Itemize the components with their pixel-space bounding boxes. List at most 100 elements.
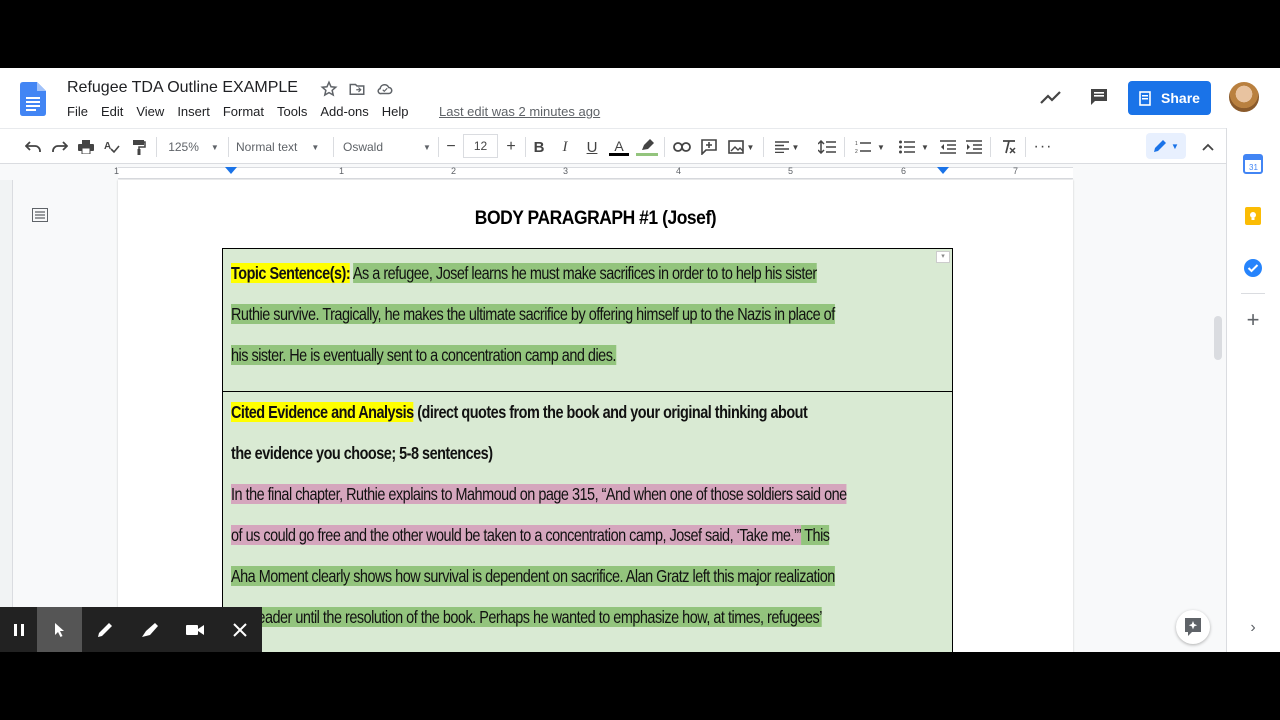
move-folder-icon[interactable]	[348, 80, 366, 98]
evidence-instructions: (direct quotes from the book and your or…	[413, 402, 808, 422]
avatar[interactable]	[1229, 82, 1259, 112]
text-color-icon[interactable]: A	[609, 137, 629, 157]
clear-formatting-icon[interactable]	[1000, 137, 1018, 157]
increase-indent-icon[interactable]	[965, 137, 983, 157]
share-label: Share	[1161, 90, 1200, 106]
keep-icon[interactable]	[1243, 206, 1263, 226]
formatting-toolbar: A 125% ▼ Normal text ▼ Oswald ▼ − 12 + B I …	[0, 128, 1226, 164]
topic-sentence-text: his sister. He is eventually sent to a c…	[231, 345, 616, 365]
hide-menus-icon[interactable]	[1199, 137, 1217, 157]
menu-tools[interactable]: Tools	[277, 104, 307, 119]
ruler-number: 1	[114, 166, 120, 176]
zoom-select[interactable]: 125% ▼	[166, 137, 221, 157]
editing-mode-button[interactable]: ▼	[1146, 133, 1186, 159]
decrease-indent-icon[interactable]	[939, 137, 957, 157]
underline-icon[interactable]: U	[584, 137, 600, 157]
bulleted-list-icon[interactable]: ▼	[897, 137, 931, 157]
evidence-analysis-cell[interactable]: Cited Evidence and Analysis (direct quot…	[223, 392, 952, 652]
svg-text:1: 1	[855, 141, 858, 147]
menu-view[interactable]: View	[136, 104, 164, 119]
document-outline-icon[interactable]	[32, 208, 48, 222]
add-addon-icon[interactable]: +	[1243, 309, 1263, 331]
ruler-number: 6	[901, 166, 907, 176]
redo-icon[interactable]	[51, 137, 69, 157]
lock-people-icon	[1139, 91, 1151, 106]
paint-format-icon[interactable]	[130, 137, 148, 157]
analysis-text: the reader until the resolution of the b…	[231, 607, 822, 627]
analysis-text: Aha Moment clearly shows how survival is…	[231, 566, 835, 586]
right-indent-marker[interactable]	[937, 167, 949, 174]
chevron-down-icon: ▼	[311, 142, 320, 152]
chevron-down-icon: ▼	[210, 142, 219, 152]
topic-sentence-text: Ruthie survive. Tragically, he makes the…	[231, 304, 835, 324]
vertical-scrollbar[interactable]	[1214, 316, 1222, 360]
line-spacing-icon[interactable]	[817, 137, 837, 157]
menu-file[interactable]: File	[67, 104, 88, 119]
ruler-number: 1	[339, 166, 345, 176]
quote-text: In the final chapter, Ruthie explains to…	[231, 484, 847, 504]
font-size-input[interactable]: 12	[463, 134, 498, 158]
activity-dashboard-icon[interactable]	[1040, 88, 1062, 106]
chevron-right-icon[interactable]: ›	[1243, 618, 1263, 638]
insert-comment-icon[interactable]	[700, 137, 718, 157]
document-page[interactable]: BODY PARAGRAPH #1 (Josef) ▾ Topic Senten…	[118, 180, 1073, 652]
chevron-down-icon: ▼	[423, 142, 431, 152]
svg-text:2: 2	[855, 149, 858, 154]
docs-window: Refugee TDA Outline EXAMPLE File Edit Vi…	[0, 68, 1280, 652]
spellcheck-icon[interactable]: A	[103, 137, 121, 157]
paragraph-heading: BODY PARAGRAPH #1 (Josef)	[474, 208, 717, 229]
align-left-icon[interactable]: ▼	[773, 137, 801, 157]
evidence-label: Cited Evidence and Analysis	[231, 402, 414, 422]
outline-table[interactable]: ▾ Topic Sentence(s): As a refugee, Josef…	[222, 248, 953, 652]
undo-icon[interactable]	[24, 137, 42, 157]
camera-icon[interactable]	[172, 607, 217, 652]
topic-sentence-cell[interactable]: ▾ Topic Sentence(s): As a refugee, Josef…	[223, 249, 952, 392]
tasks-icon[interactable]	[1243, 258, 1263, 278]
close-icon[interactable]	[217, 607, 262, 652]
pen-tool-icon[interactable]	[82, 607, 127, 652]
svg-text:31: 31	[1249, 163, 1258, 172]
insert-image-icon[interactable]: ▼	[727, 137, 755, 157]
explore-icon	[1185, 618, 1201, 636]
comment-history-icon[interactable]	[1089, 87, 1109, 107]
decrease-font-size-icon[interactable]: −	[443, 137, 459, 157]
font-family-value: Oswald	[343, 140, 384, 154]
ruler-number: 5	[788, 166, 794, 176]
ruler-number: 4	[676, 166, 682, 176]
numbered-list-icon[interactable]: 1 2 ▼	[853, 137, 887, 157]
analysis-text: This	[800, 525, 830, 545]
explore-button[interactable]	[1176, 610, 1210, 644]
pointer-tool-icon[interactable]	[37, 607, 82, 652]
insert-link-icon[interactable]	[673, 137, 691, 157]
menu-format[interactable]: Format	[223, 104, 264, 119]
pause-icon[interactable]	[0, 607, 37, 652]
document-title[interactable]: Refugee TDA Outline EXAMPLE	[67, 79, 298, 97]
left-indent-marker[interactable]	[225, 167, 237, 174]
increase-font-size-icon[interactable]: +	[503, 137, 519, 157]
star-icon[interactable]	[320, 80, 338, 98]
highlight-color-icon[interactable]	[636, 137, 658, 157]
cloud-status-icon[interactable]	[376, 80, 394, 98]
svg-text:A: A	[104, 141, 111, 152]
font-family-select[interactable]: Oswald ▼	[343, 137, 433, 157]
ruler-number: 3	[563, 166, 569, 176]
paragraph-style-select[interactable]: Normal text ▼	[236, 137, 326, 157]
bold-icon[interactable]: B	[531, 137, 547, 157]
docs-logo-icon[interactable]	[20, 82, 46, 116]
menu-insert[interactable]: Insert	[177, 104, 210, 119]
italic-icon[interactable]: I	[557, 137, 573, 157]
menu-bar: File Edit View Insert Format Tools Add-o…	[67, 104, 422, 119]
menu-addons[interactable]: Add-ons	[320, 104, 368, 119]
horizontal-ruler[interactable]: 1 1 2 3 4 5 6 7	[0, 164, 1226, 180]
last-edit-link[interactable]: Last edit was 2 minutes ago	[439, 104, 600, 119]
menu-help[interactable]: Help	[382, 104, 409, 119]
side-panel: 31 + ›	[1226, 128, 1280, 652]
more-options-icon[interactable]: ···	[1034, 137, 1052, 157]
share-button[interactable]: Share	[1128, 81, 1211, 115]
print-icon[interactable]	[77, 137, 95, 157]
highlighter-tool-icon[interactable]	[127, 607, 172, 652]
menu-edit[interactable]: Edit	[101, 104, 123, 119]
paragraph-style-value: Normal text	[236, 140, 298, 154]
calendar-icon[interactable]: 31	[1243, 154, 1263, 174]
vertical-ruler[interactable]	[0, 180, 13, 652]
